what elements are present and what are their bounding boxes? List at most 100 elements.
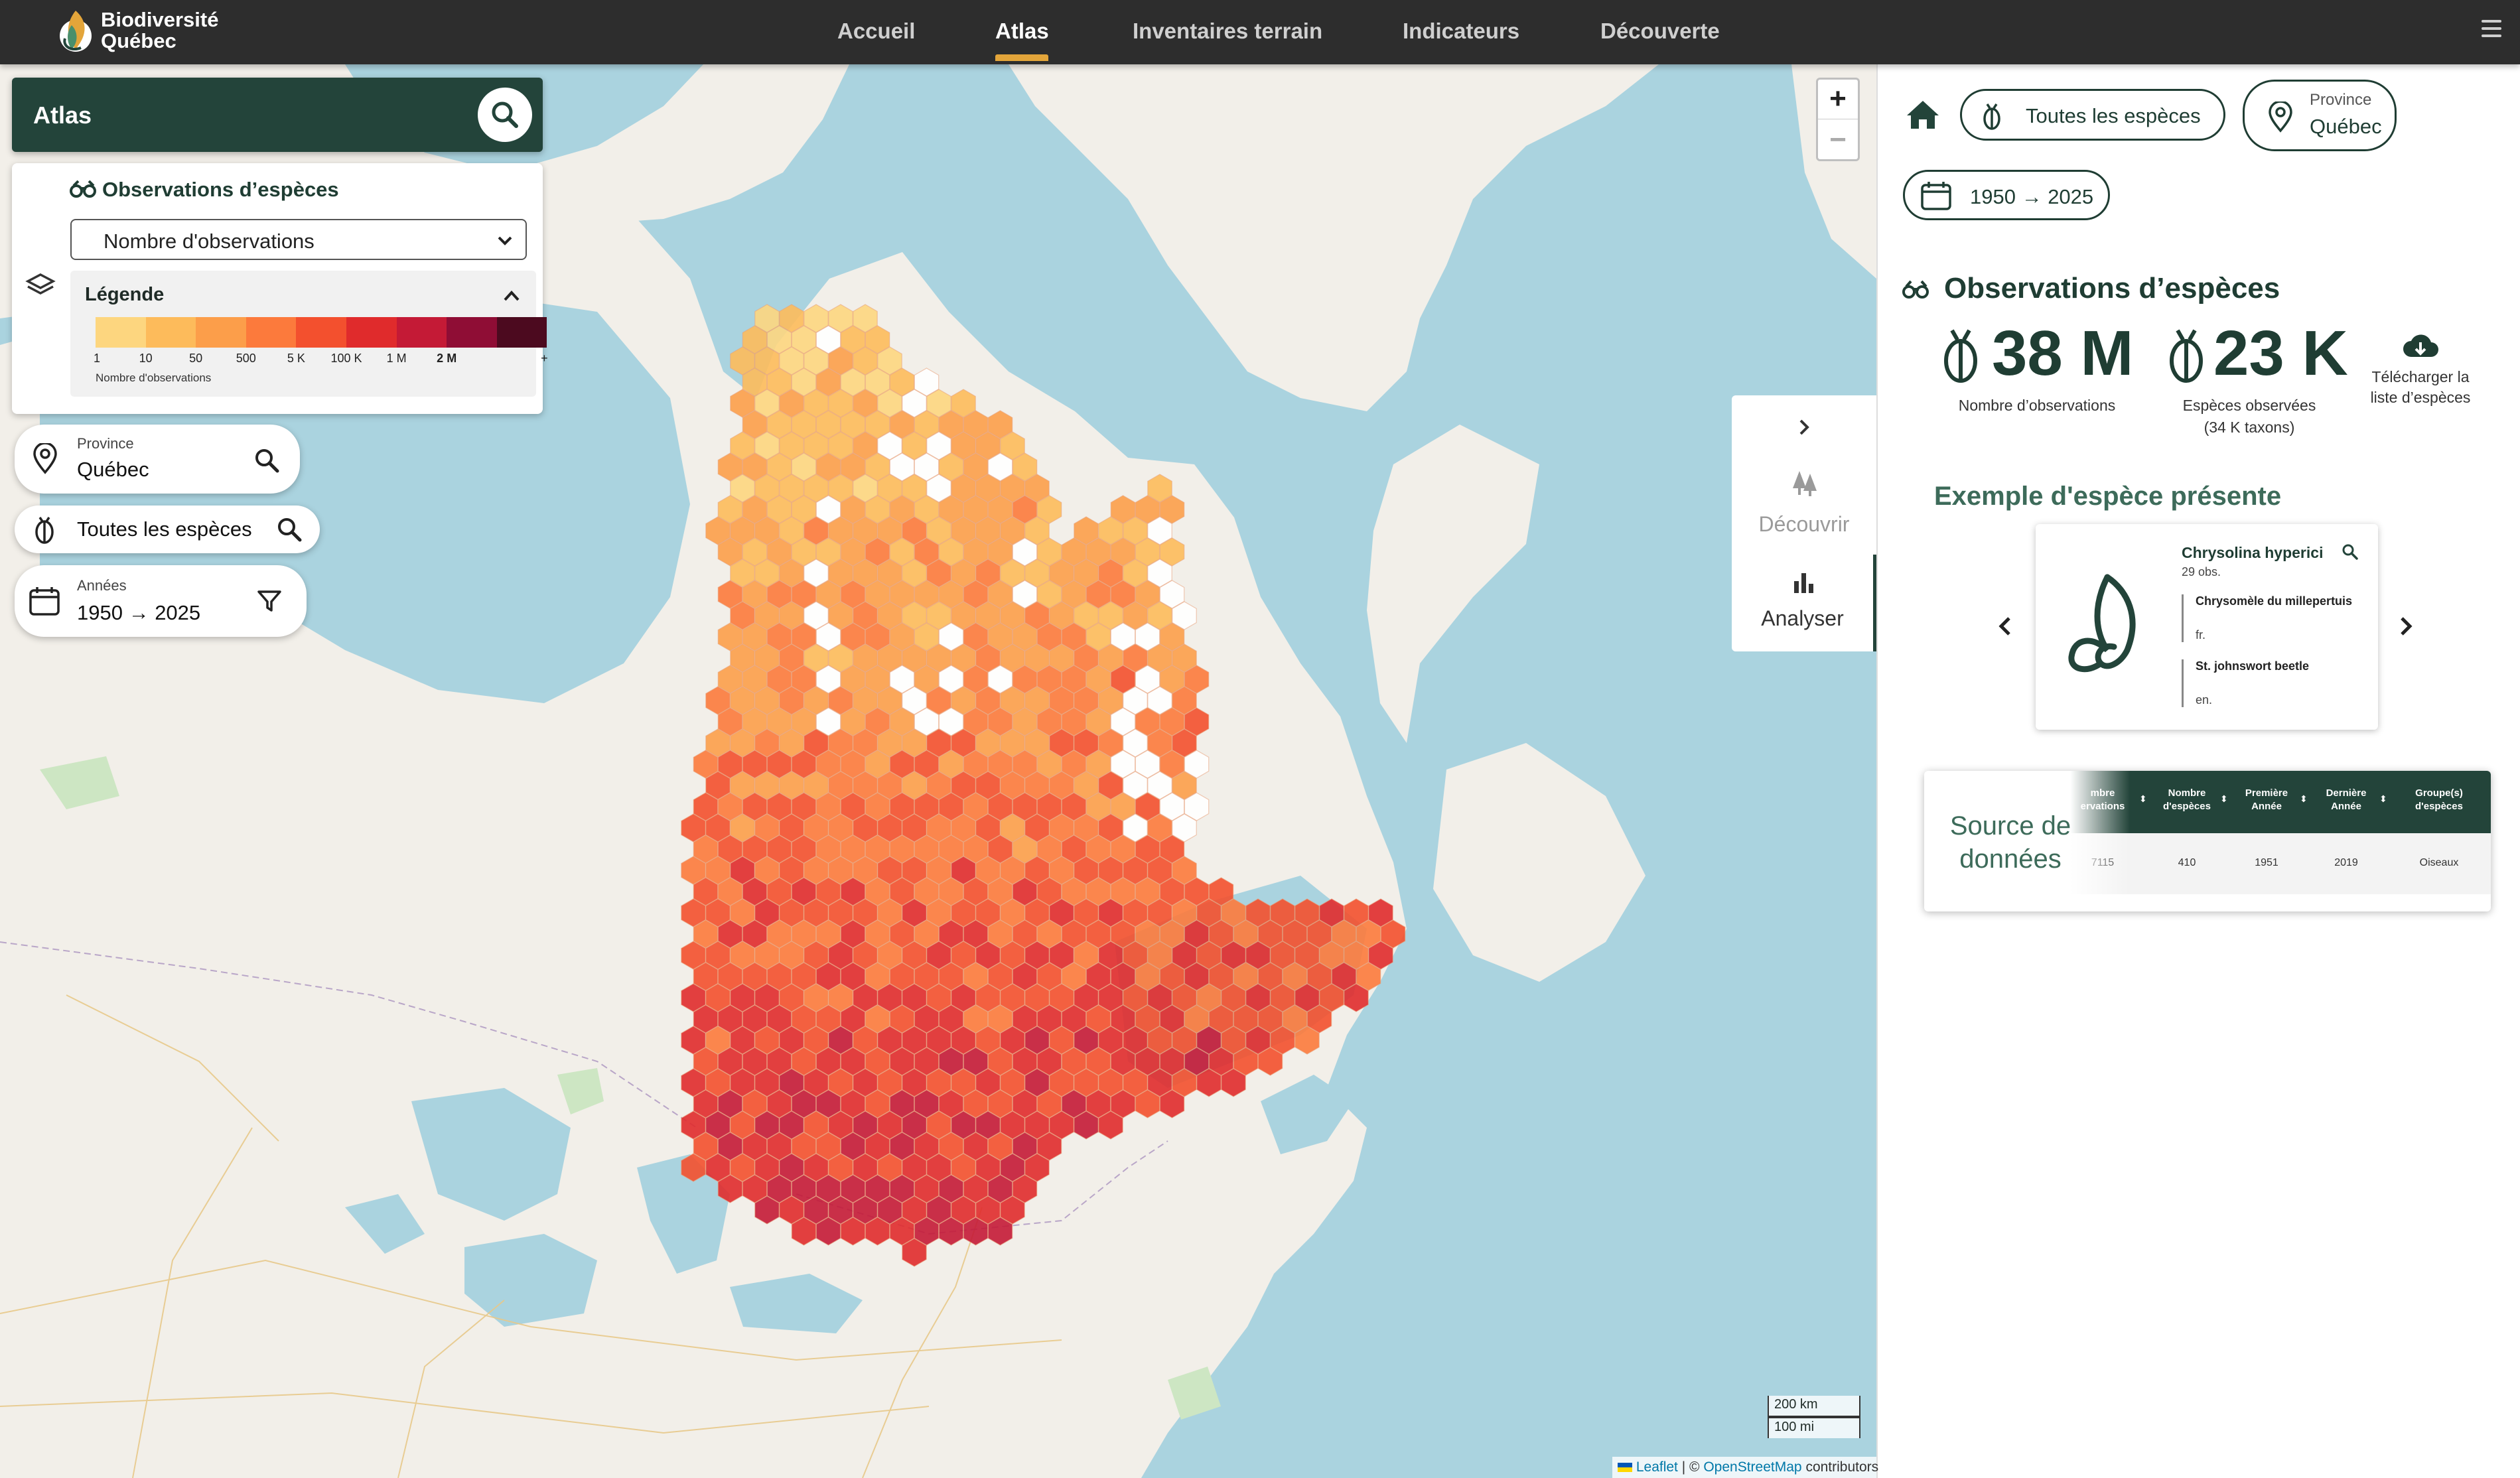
legend-swatch — [245, 317, 297, 348]
sort-icon[interactable]: ⬍ — [2139, 793, 2147, 805]
legend-swatch — [447, 317, 497, 348]
species-filter-value: Toutes les espèces — [77, 517, 252, 541]
legend-tick-label: + — [541, 352, 548, 365]
data-source-card: Source de données mbreervations Nombred'… — [1924, 771, 2491, 911]
chip-province[interactable]: Province Québec — [2243, 80, 2397, 151]
download-species-list[interactable]: Télécharger la liste d’espèces — [2362, 332, 2479, 407]
map-attribution: Leaflet | © OpenStreetMap contributors — [1612, 1457, 1879, 1478]
legend-tick-label: 1 M — [386, 352, 407, 365]
metric-select[interactable]: Nombre d'observations — [70, 219, 527, 260]
tab-decouvrir-label: Découvrir — [1758, 512, 1850, 536]
binoculars-icon — [70, 180, 96, 198]
layers-icon[interactable] — [25, 271, 56, 301]
tab-analyser[interactable]: Analyser — [1732, 555, 1876, 651]
side-tab-bar: Découvrir Analyser — [1732, 395, 1876, 651]
atlas-header: Atlas — [12, 78, 543, 152]
header-groupes-especes[interactable]: Groupe(s) d'espèces — [2399, 787, 2479, 813]
nav-atlas[interactable]: Atlas — [995, 19, 1049, 44]
stat-species-value: 23 K — [2213, 318, 2348, 389]
header-text: Première — [2245, 787, 2288, 799]
zoom-out-button[interactable]: − — [1818, 121, 1858, 161]
source-title-line1: Source de — [1949, 811, 2071, 840]
cloud-download-icon — [2403, 334, 2438, 357]
table-cell: Oiseaux — [2419, 857, 2459, 868]
atlas-search-button[interactable] — [478, 88, 532, 142]
stat-species-label: Espèces observées (34 K taxons) — [2150, 397, 2349, 437]
species-filter[interactable]: Toutes les espèces — [15, 505, 320, 553]
legend-tick-label: 50 — [189, 352, 203, 365]
atlas-title: Atlas — [33, 101, 92, 129]
header-text: Nombre — [2168, 787, 2206, 799]
header-premiere-annee[interactable]: Première Année — [2235, 787, 2298, 813]
header-nombre-especes[interactable]: Nombre d'espèces — [2155, 787, 2219, 813]
nav-accueil[interactable]: Accueil — [837, 19, 915, 44]
species-observation-count: 29 obs. — [2182, 565, 2221, 578]
table-row[interactable]: 7115 410 1951 2019 Oiseaux — [2070, 833, 2491, 894]
legend-swatch — [496, 317, 547, 348]
scale-mi: 100 mi — [1768, 1417, 1860, 1438]
header-text: Groupe(s) — [2415, 787, 2463, 799]
province-filter[interactable]: Province Québec — [15, 425, 300, 494]
table-cell: 1951 — [2255, 857, 2278, 868]
nav-inventaires-terrain[interactable]: Inventaires terrain — [1133, 19, 1322, 44]
attribution-contributors: contributors — [1801, 1459, 1879, 1475]
scale-km: 200 km — [1768, 1396, 1860, 1417]
search-icon[interactable] — [275, 515, 304, 544]
zoom-in-button[interactable]: + — [1818, 80, 1858, 119]
chip-province-label: Province — [2310, 91, 2372, 109]
search-icon[interactable] — [252, 446, 281, 475]
chip-years[interactable]: 1950 → 2025 — [1903, 170, 2110, 220]
years-filter[interactable]: Années 1950 → 2025 — [15, 565, 307, 637]
chevron-up-icon[interactable] — [502, 288, 522, 304]
home-icon[interactable] — [1904, 98, 1941, 131]
search-icon[interactable] — [2341, 543, 2359, 561]
source-table: mbreervations Nombred'espèces PremièreAn… — [2070, 771, 2491, 911]
sort-icon[interactable]: ⬍ — [2379, 793, 2387, 805]
beetle-icon — [2170, 329, 2203, 383]
legend-swatch — [346, 317, 397, 348]
vernacular-en-name: St. johnswort beetle — [2196, 659, 2310, 673]
osm-link[interactable]: OpenStreetMap — [1703, 1459, 1801, 1475]
province-filter-value: Québec — [77, 458, 149, 481]
legend-caption: Nombre d'observations — [96, 371, 212, 384]
vernacular-fr-lang: fr. — [2196, 628, 2206, 641]
nav-indicateurs[interactable]: Indicateurs — [1403, 19, 1519, 44]
biodiversite-quebec-logo[interactable] — [52, 5, 105, 58]
header-derniere-annee[interactable]: Dernière Année — [2314, 787, 2378, 813]
vernacular-fr-name: Chrysomèle du millepertuis — [2196, 594, 2353, 608]
attribution-separator: | © — [1677, 1459, 1704, 1475]
section-title-observations: Observations d’espèces — [1944, 272, 2280, 304]
chip-species-label: Toutes les espèces — [2026, 104, 2201, 127]
menu-icon[interactable] — [2482, 20, 2501, 37]
metric-select-value: Nombre d'observations — [104, 230, 315, 253]
logo-text[interactable]: Biodiversité Québec — [101, 9, 218, 52]
chip-years-label: 1950 → 2025 — [1970, 185, 2094, 208]
legend-scale-labels: 1 10 50 500 5 K 100 K 1 M 2 M + — [94, 352, 548, 368]
logo-line-2: Québec — [101, 29, 176, 52]
stat-observations-value: 38 M — [1992, 318, 2134, 389]
binoculars-icon — [1902, 280, 1929, 299]
legend-tick-label: 10 — [139, 352, 153, 365]
legend-tick-label: 100 K — [330, 352, 362, 365]
sort-icon[interactable]: ⬍ — [2300, 793, 2308, 805]
beetle-icon — [1944, 329, 1977, 383]
header-text: Dernière — [2326, 787, 2367, 799]
leaflet-link[interactable]: Leaflet — [1636, 1459, 1678, 1475]
province-filter-label: Province — [77, 435, 134, 452]
species-card[interactable]: Chrysolina hyperici 29 obs. Chrysomèle d… — [2036, 524, 2378, 730]
filter-icon[interactable] — [256, 588, 283, 614]
layer-legend-panel: Observations d’espèces Nombre d'observat… — [12, 163, 548, 414]
chevron-left-icon[interactable] — [1993, 613, 2017, 639]
zoom-control: + − — [1816, 78, 1860, 161]
chip-species[interactable]: Toutes les espèces — [1960, 89, 2225, 141]
nav-decouverte[interactable]: Découverte — [1600, 19, 1720, 44]
legend-tick-label: 500 — [236, 352, 256, 365]
layer-title: Observations d’espèces — [102, 178, 339, 201]
sort-icon[interactable]: ⬍ — [2220, 793, 2228, 805]
chevron-right-icon[interactable] — [2394, 613, 2418, 639]
chevron-right-icon[interactable] — [1795, 415, 1814, 439]
calendar-icon — [29, 587, 60, 616]
beetle-icon — [35, 517, 54, 544]
beetle-icon — [1983, 103, 2000, 130]
legend-swatch — [396, 317, 447, 348]
